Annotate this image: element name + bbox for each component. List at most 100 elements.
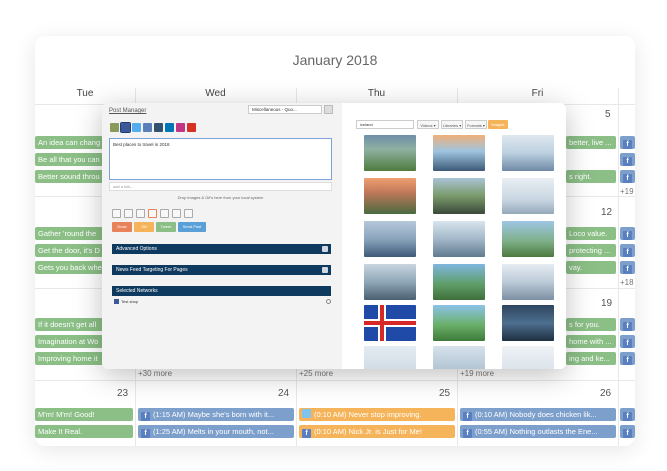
calendar-event[interactable]: f (1:25 AM) Melts in your mouth, not... [138, 425, 294, 438]
calendar-event[interactable]: f [620, 335, 635, 348]
send-post-button[interactable]: Send Post [178, 222, 206, 232]
news-feed-targeting-section[interactable]: News Feed Targeting For Pages [112, 265, 331, 275]
expand-icon[interactable] [322, 267, 328, 273]
crop-tool-icon[interactable] [172, 209, 181, 218]
event-text: (0:10 AM) Nobody does chicken lik... [475, 410, 597, 419]
image-thumbnail[interactable] [502, 178, 554, 214]
facebook-icon: f [623, 231, 632, 240]
facebook-icon[interactable] [120, 122, 131, 133]
calendar-event[interactable]: f [620, 408, 635, 421]
calendar-event[interactable]: better, live ... [566, 136, 616, 149]
location-tool-icon[interactable] [160, 209, 169, 218]
tweet-button[interactable]: Tweet [156, 222, 176, 232]
category-select[interactable]: Miscellaneous - Quo... [248, 105, 322, 114]
image-thumbnail[interactable] [364, 346, 416, 369]
calendar-event[interactable]: f [620, 352, 635, 365]
youtube-icon[interactable] [187, 123, 196, 132]
image-thumbnail[interactable] [364, 135, 416, 171]
tumblr-icon[interactable] [154, 123, 163, 132]
image-thumbnail[interactable] [502, 135, 554, 171]
calendar-event[interactable]: vay. [566, 261, 616, 274]
facebook-icon [114, 299, 119, 304]
calendar-event[interactable]: s for you. [566, 318, 616, 331]
image-thumbnail[interactable] [433, 135, 485, 171]
facebook-icon: f [623, 174, 632, 183]
image-tool-icon[interactable] [148, 209, 157, 218]
calendar-event[interactable]: M'm! M'm! Good! [35, 408, 133, 421]
calendar-event[interactable]: f [620, 136, 635, 149]
calendar-title: January 2018 [292, 52, 378, 68]
image-thumbnail[interactable] [433, 305, 485, 341]
facebook-icon[interactable] [143, 123, 152, 132]
link-input[interactable]: add a link... [109, 182, 332, 191]
more-link[interactable]: +19 more [460, 369, 494, 378]
image-thumbnail[interactable] [502, 305, 554, 341]
calendar-event[interactable]: f (0:10 AM) Nobody does chicken lik... [460, 408, 616, 421]
calendar-event[interactable]: protecting ... [566, 244, 616, 257]
preview-eye-icon[interactable] [184, 209, 193, 218]
calendar-event[interactable]: ing and ke... [566, 352, 616, 365]
image-thumbnail[interactable] [433, 346, 485, 369]
calendar-event[interactable]: home with ... [566, 335, 616, 348]
formats-dropdown[interactable]: Formats ▾ [465, 120, 487, 129]
day-number: 26 [600, 388, 612, 399]
calendar-tool-icon[interactable] [112, 209, 121, 218]
image-thumbnail[interactable] [502, 221, 554, 257]
network-icon[interactable] [110, 123, 119, 132]
calendar-event[interactable]: f [620, 244, 635, 257]
more-link[interactable]: +25 more [299, 369, 333, 378]
calendar-event[interactable]: f [620, 153, 635, 166]
calendar-event[interactable]: f [620, 261, 635, 274]
image-library-panel: iceland Videos ▾ Libraries ▾ Formats ▾ I… [342, 103, 566, 369]
gif-button[interactable]: Gif [134, 222, 154, 232]
event-text: (0:10 AM) Never stop improving. [314, 410, 422, 419]
calendar-event[interactable]: f [620, 170, 635, 183]
advanced-options-section[interactable]: Advanced Options [112, 244, 331, 254]
category-settings-icon[interactable] [324, 105, 333, 114]
day-number: 25 [439, 388, 451, 399]
instagram-icon[interactable] [176, 123, 185, 132]
calendar-event[interactable]: (0:10 AM) Never stop improving. [299, 408, 455, 421]
camera-tool-icon[interactable] [136, 209, 145, 218]
videos-dropdown[interactable]: Videos ▾ [417, 120, 439, 129]
image-thumbnail[interactable] [364, 264, 416, 300]
image-thumbnail[interactable] [433, 264, 485, 300]
image-thumbnail[interactable] [502, 264, 554, 300]
image-thumbnail[interactable] [364, 178, 416, 214]
more-link[interactable]: +18 [620, 278, 634, 287]
composer-panel: Post Manager Miscellaneous - Quo... Best… [102, 103, 342, 369]
image-thumbnail[interactable] [502, 346, 554, 369]
expand-icon[interactable] [322, 246, 328, 252]
calendar-event[interactable]: f [620, 318, 635, 331]
images-button[interactable]: Images [488, 120, 508, 129]
image-thumbnail[interactable] [433, 178, 485, 214]
linkedin-icon[interactable] [165, 123, 174, 132]
twitter-icon[interactable] [132, 123, 141, 132]
day-number: 12 [601, 207, 613, 218]
calendar-event[interactable]: f (0:55 AM) Nothing outlasts the Ene... [460, 425, 616, 438]
draw-button[interactable]: Draw [112, 222, 132, 232]
drop-zone-hint[interactable]: Drop images & Gif's here from your local… [109, 195, 332, 200]
facebook-icon: f [623, 140, 632, 149]
iceland-flag-thumbnail[interactable] [364, 305, 416, 341]
facebook-icon: f [623, 412, 632, 421]
selected-networks-section[interactable]: Selected Networks [112, 286, 331, 296]
more-link[interactable]: +30 more [138, 369, 172, 378]
more-link[interactable]: +19 [620, 187, 634, 196]
post-textarea[interactable]: Best places to travel in 2018 [109, 138, 332, 180]
calendar-event[interactable]: Loco value. [566, 227, 616, 240]
dow-wed: Wed [205, 88, 226, 99]
calendar-event[interactable]: f [620, 425, 635, 438]
image-thumbnail[interactable] [364, 221, 416, 257]
clock-tool-icon[interactable] [124, 209, 133, 218]
calendar-event[interactable]: f (1:15 AM) Maybe she's born with it... [138, 408, 294, 421]
libraries-dropdown[interactable]: Libraries ▾ [441, 120, 463, 129]
image-search-input[interactable]: iceland [356, 120, 414, 129]
image-thumbnail[interactable] [433, 221, 485, 257]
section-label: Advanced Options [116, 246, 157, 252]
calendar-event[interactable]: s right. [566, 170, 616, 183]
calendar-event[interactable]: f [620, 227, 635, 240]
gear-icon[interactable] [326, 299, 331, 304]
calendar-event[interactable]: f (0:10 AM) Nick Jr. is Just for Me! [299, 425, 455, 438]
calendar-event[interactable]: Make It Real. [35, 425, 133, 438]
